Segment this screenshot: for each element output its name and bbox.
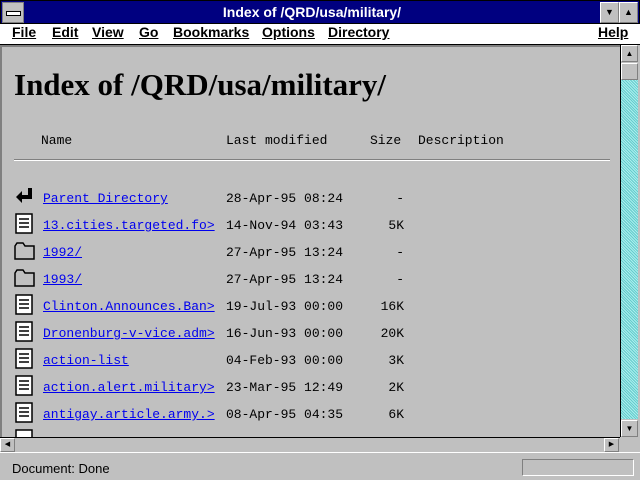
- list-item: action-list 04-Feb-93 00:00 3K: [14, 348, 614, 372]
- page-content: Index of /QRD/usa/military/ Name Last mo…: [0, 45, 620, 437]
- back-arrow-icon: [16, 188, 32, 203]
- entry-modified: 23-Mar-95 12:49: [226, 380, 344, 395]
- entry-size: 16K: [380, 299, 404, 314]
- entry-link[interactable]: action-list: [43, 353, 129, 368]
- maximize-button[interactable]: ▲: [619, 2, 638, 23]
- horizontal-scroll-track[interactable]: [16, 438, 604, 452]
- entry-modified: 19-Jul-93 00:00: [226, 299, 344, 314]
- page-title: Index of /QRD/usa/military/: [14, 67, 387, 102]
- text-file-icon: [15, 402, 33, 423]
- column-header-description: Description: [418, 133, 504, 148]
- entry-size: 6K: [388, 407, 404, 422]
- scroll-left-button[interactable]: ◀: [0, 438, 15, 452]
- menu-bar: File Edit View Go Bookmarks Options Dire…: [0, 24, 640, 45]
- folder-icon: [14, 269, 35, 287]
- scroll-up-button[interactable]: ▲: [621, 45, 638, 62]
- vertical-scrollbar[interactable]: ▲ ▼: [620, 45, 638, 437]
- scroll-down-button[interactable]: ▼: [621, 420, 638, 437]
- scroll-thumb[interactable]: [621, 63, 638, 80]
- entry-link[interactable]: antigay.article.army.>: [43, 407, 215, 422]
- list-item: action.alert.military> 23-Mar-95 12:49 2…: [14, 375, 614, 399]
- window-title: Index of /QRD/usa/military/: [222, 4, 402, 20]
- progress-indicator: [522, 459, 634, 476]
- menu-file[interactable]: File: [12, 24, 36, 40]
- list-item: Clinton.Announces.Ban> 19-Jul-93 00:00 1…: [14, 294, 614, 318]
- menu-edit[interactable]: Edit: [52, 24, 78, 40]
- text-file-icon: [15, 375, 33, 396]
- list-item: 1993/ 27-Apr-95 13:24 -: [14, 267, 614, 291]
- menu-go[interactable]: Go: [139, 24, 158, 40]
- entry-size: -: [396, 191, 404, 206]
- status-bar: Document: Done: [0, 452, 640, 480]
- list-item: 13.cities.targeted.fo> 14-Nov-94 03:43 5…: [14, 213, 614, 237]
- minimize-button[interactable]: ▼: [600, 2, 619, 23]
- column-header-size: Size: [370, 133, 402, 148]
- entry-link[interactable]: Dronenburg-v-vice.adm>: [43, 326, 215, 341]
- entry-modified: 16-Jun-93 00:00: [226, 326, 344, 341]
- column-header-name: Name: [41, 133, 73, 148]
- entry-link[interactable]: Parent Directory: [43, 191, 168, 206]
- entry-modified: 27-Apr-95 13:24: [226, 245, 344, 260]
- entry-modified: 04-Feb-93 00:00: [226, 353, 344, 368]
- menu-view[interactable]: View: [92, 24, 124, 40]
- text-file-icon: [15, 213, 33, 234]
- entry-link[interactable]: 1993/: [43, 272, 82, 287]
- scroll-right-button[interactable]: ▶: [604, 438, 619, 452]
- text-file-icon: [15, 348, 33, 369]
- list-item: Dronenburg-v-vice.adm> 16-Jun-93 00:00 2…: [14, 321, 614, 345]
- entry-size: 5K: [388, 218, 404, 233]
- entry-link[interactable]: action.alert.military>: [43, 380, 215, 395]
- entry-size: -: [396, 245, 404, 260]
- menu-options[interactable]: Options: [262, 24, 315, 40]
- menu-directory[interactable]: Directory: [328, 24, 389, 40]
- folder-icon: [14, 242, 35, 260]
- entry-modified: 14-Nov-94 03:43: [226, 218, 344, 233]
- entry-link[interactable]: 1992/: [43, 245, 82, 260]
- list-item: [14, 429, 614, 437]
- scroll-track[interactable]: [621, 63, 638, 419]
- entry-size: -: [396, 272, 404, 287]
- text-file-icon: [15, 321, 33, 342]
- entry-size: 3K: [388, 353, 404, 368]
- header-rule: [14, 159, 610, 161]
- entry-size: 20K: [380, 326, 404, 341]
- entry-modified: 28-Apr-95 08:24: [226, 191, 344, 206]
- title-bar: Index of /QRD/usa/military/ ▼ ▲: [0, 0, 640, 24]
- entry-link[interactable]: 13.cities.targeted.fo>: [43, 218, 215, 233]
- entry-size: 2K: [388, 380, 404, 395]
- text-file-icon: [15, 429, 33, 437]
- list-item: Parent Directory 28-Apr-95 08:24 -: [14, 186, 614, 210]
- entry-modified: 27-Apr-95 13:24: [226, 272, 344, 287]
- list-item: antigay.article.army.> 08-Apr-95 04:35 6…: [14, 402, 614, 426]
- menu-help[interactable]: Help: [598, 24, 628, 40]
- scroll-corner: [620, 437, 638, 452]
- menu-bookmarks[interactable]: Bookmarks: [173, 24, 249, 40]
- column-header-last-modified: Last modified: [226, 133, 328, 148]
- horizontal-scrollbar[interactable]: ◀ ▶: [0, 437, 620, 452]
- status-text: Document: Done: [12, 461, 110, 476]
- entry-modified: 08-Apr-95 04:35: [226, 407, 344, 422]
- text-file-icon: [15, 294, 33, 315]
- entry-link[interactable]: Clinton.Announces.Ban>: [43, 299, 215, 314]
- list-item: 1992/ 27-Apr-95 13:24 -: [14, 240, 614, 264]
- system-menu-button[interactable]: [2, 2, 24, 23]
